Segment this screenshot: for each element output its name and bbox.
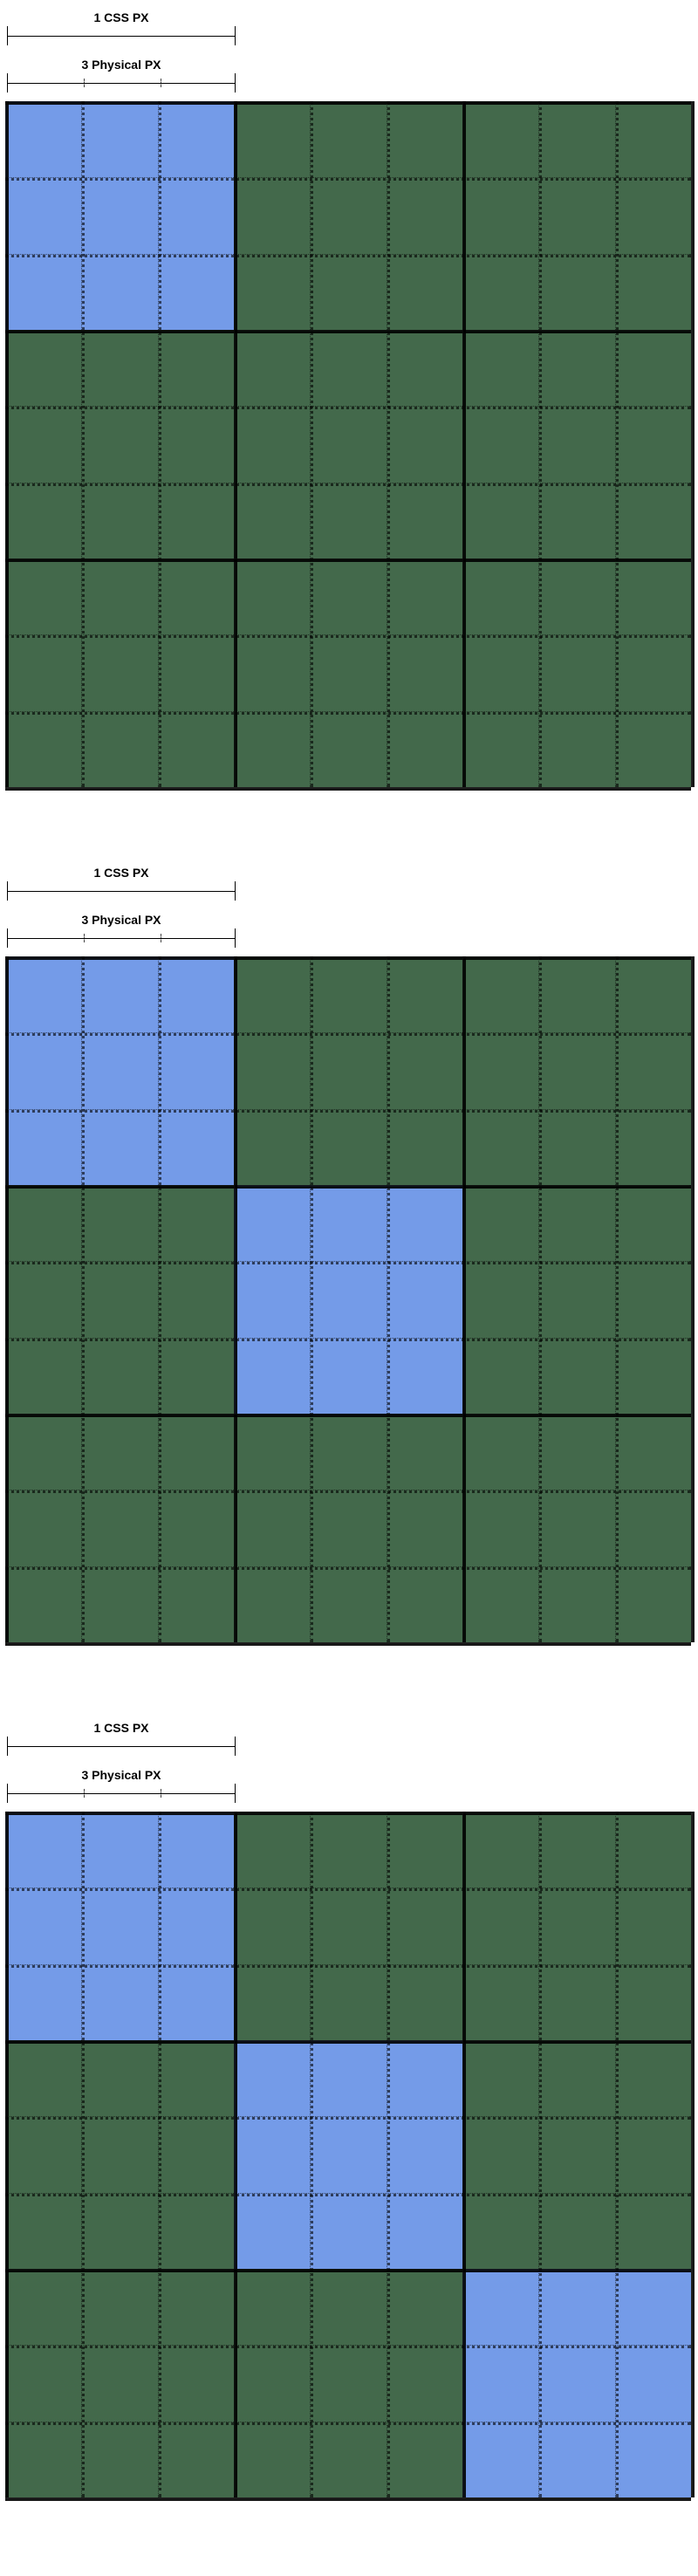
- grid-line-major-v: [5, 101, 9, 787]
- grid-line-minor-v: [158, 101, 161, 787]
- grid-line-minor-v: [310, 101, 313, 787]
- grid-line-minor-v: [615, 956, 619, 1642]
- grid-line-major-v: [5, 1812, 9, 2497]
- grid-line-minor-v: [387, 1812, 390, 2497]
- physical-px-bracket: [7, 1784, 236, 1803]
- grid-line-minor-v: [615, 101, 619, 787]
- css-px-bracket: [7, 26, 236, 45]
- grid-line-major-v: [691, 956, 695, 1642]
- highlight-pixel: [5, 1812, 234, 2040]
- bracket-area: 1 CSS PX 3 Physical PX: [7, 866, 693, 956]
- highlight-pixel: [234, 2040, 462, 2269]
- physical-px-label: 3 Physical PX: [81, 913, 161, 927]
- physical-px-label: 3 Physical PX: [81, 58, 161, 72]
- grid-line-minor-v: [81, 1812, 85, 2497]
- grid-line-minor-h: [5, 2193, 691, 2196]
- highlight-pixel: [234, 1185, 462, 1414]
- grid-line-minor-v: [387, 956, 390, 1642]
- grid-line-minor-h: [5, 1261, 691, 1264]
- grid-line-minor-v: [310, 1812, 313, 2497]
- grid-line-major-h: [5, 787, 691, 791]
- pixel-grid: [5, 956, 691, 1642]
- grid-line-minor-h: [5, 1566, 691, 1570]
- grid-line-minor-h: [5, 1032, 691, 1036]
- grid-line-major-v: [234, 1812, 237, 2497]
- highlight-pixel: [5, 956, 234, 1185]
- grid-line-minor-h: [5, 1490, 691, 1493]
- grid-line-minor-h: [5, 634, 691, 638]
- pixel-grid: [5, 1812, 691, 2497]
- grid-line-minor-v: [158, 1812, 161, 2497]
- grid-line-minor-v: [81, 956, 85, 1642]
- grid-line-major-v: [234, 956, 237, 1642]
- bracket-tick: [84, 1789, 85, 1798]
- grid-line-minor-h: [5, 406, 691, 409]
- highlight-pixel: [5, 101, 234, 330]
- grid-line-major-h: [5, 1185, 691, 1189]
- grid-line-major-v: [462, 101, 466, 787]
- diagram-d1: 1 CSS PX 3 Physical PX: [5, 10, 693, 787]
- bracket-tick: [84, 934, 85, 942]
- grid-line-minor-v: [387, 101, 390, 787]
- grid-line-minor-h: [5, 1887, 691, 1891]
- grid-line-minor-h: [5, 1338, 691, 1341]
- diagram-d3: 1 CSS PX 3 Physical PX: [5, 1721, 693, 2497]
- grid-line-major-h: [5, 2269, 691, 2272]
- grid-line-major-v: [234, 101, 237, 787]
- grid-line-major-h: [5, 558, 691, 562]
- pixel-grid: [5, 101, 691, 787]
- grid-line-major-v: [462, 956, 466, 1642]
- physical-px-bracket: [7, 928, 236, 948]
- grid-line-major-h: [5, 1642, 691, 1646]
- css-px-label: 1 CSS PX: [93, 866, 148, 880]
- grid-line-minor-h: [5, 2345, 691, 2348]
- physical-px-bracket: [7, 73, 236, 92]
- grid-line-minor-v: [538, 1812, 542, 2497]
- grid-line-major-v: [462, 1812, 466, 2497]
- grid-line-minor-v: [81, 101, 85, 787]
- grid-line-minor-h: [5, 254, 691, 257]
- grid-line-major-h: [5, 2040, 691, 2044]
- grid-line-major-h: [5, 330, 691, 333]
- grid-line-major-h: [5, 956, 691, 960]
- grid-line-minor-v: [538, 956, 542, 1642]
- bracket-area: 1 CSS PX 3 Physical PX: [7, 10, 693, 101]
- grid-line-major-h: [5, 1414, 691, 1417]
- grid-line-minor-h: [5, 711, 691, 715]
- css-px-label: 1 CSS PX: [93, 10, 148, 24]
- bracket-tick: [84, 79, 85, 87]
- grid-line-minor-h: [5, 2422, 691, 2425]
- grid-line-major-h: [5, 101, 691, 105]
- grid-line-minor-h: [5, 483, 691, 486]
- bracket-area: 1 CSS PX 3 Physical PX: [7, 1721, 693, 1812]
- css-px-bracket: [7, 881, 236, 901]
- css-px-bracket: [7, 1737, 236, 1756]
- grid-line-minor-v: [310, 956, 313, 1642]
- grid-line-minor-h: [5, 2116, 691, 2120]
- grid-line-minor-h: [5, 1964, 691, 1968]
- grid-line-major-v: [691, 101, 695, 787]
- grid-line-major-h: [5, 2497, 691, 2501]
- grid-line-major-v: [691, 1812, 695, 2497]
- grid-line-minor-v: [615, 1812, 619, 2497]
- grid-line-minor-h: [5, 177, 691, 181]
- grid-line-major-v: [5, 956, 9, 1642]
- grid-line-minor-v: [158, 956, 161, 1642]
- grid-line-minor-v: [538, 101, 542, 787]
- grid-line-major-h: [5, 1812, 691, 1815]
- css-px-label: 1 CSS PX: [93, 1721, 148, 1735]
- highlight-pixel: [462, 2269, 691, 2497]
- grid-line-minor-h: [5, 1109, 691, 1113]
- diagram-d2: 1 CSS PX 3 Physical PX: [5, 866, 693, 1642]
- physical-px-label: 3 Physical PX: [81, 1768, 161, 1782]
